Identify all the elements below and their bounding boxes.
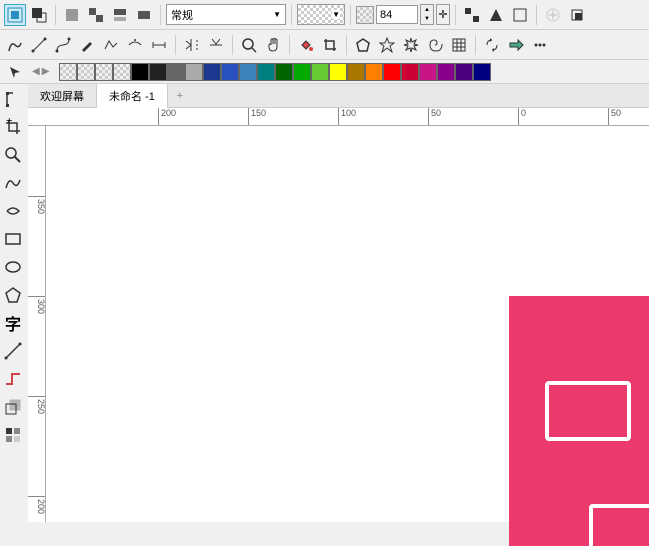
fill-bucket-icon[interactable]	[295, 34, 317, 56]
swatch-6[interactable]	[167, 63, 185, 81]
swatch-5[interactable]	[149, 63, 167, 81]
opacity-spinner[interactable]: ▲▼	[420, 4, 434, 25]
effect-tool-2[interactable]	[566, 4, 588, 26]
eyedropper-tool[interactable]	[0, 422, 26, 448]
swatch-14[interactable]	[311, 63, 329, 81]
swatch-16[interactable]	[347, 63, 365, 81]
tab-nav: ◀ ▶	[28, 66, 53, 77]
bezier-icon[interactable]	[52, 34, 74, 56]
tool-options-bar	[0, 30, 649, 60]
swatch-11[interactable]	[257, 63, 275, 81]
tab-welcome[interactable]: 欢迎屏幕	[28, 84, 97, 108]
color-palette	[59, 63, 491, 81]
swatch-15[interactable]	[329, 63, 347, 81]
interactive-tool[interactable]	[0, 394, 26, 420]
swatch-13[interactable]	[293, 63, 311, 81]
mirror-h-icon[interactable]	[181, 34, 203, 56]
bitmap-tool-2[interactable]	[85, 4, 107, 26]
freehand-icon[interactable]	[4, 34, 26, 56]
edit-tool-3[interactable]	[509, 4, 531, 26]
crop-tool[interactable]: +	[0, 114, 26, 140]
crop-icon[interactable]	[319, 34, 341, 56]
wrap-tool-2[interactable]	[28, 4, 50, 26]
zoom-tool[interactable]	[0, 142, 26, 168]
grid-icon[interactable]	[448, 34, 470, 56]
style-dropdown[interactable]: 常规▼	[166, 4, 286, 25]
swatch-22[interactable]	[455, 63, 473, 81]
swatch-4[interactable]	[131, 63, 149, 81]
opacity-input[interactable]	[376, 5, 418, 24]
polyline-icon[interactable]	[100, 34, 122, 56]
swatch-9[interactable]	[221, 63, 239, 81]
swatch-10[interactable]	[239, 63, 257, 81]
line-icon[interactable]	[28, 34, 50, 56]
canvas[interactable]	[46, 126, 649, 522]
effect-tool-1	[542, 4, 564, 26]
pan-icon[interactable]	[262, 34, 284, 56]
swatch-23[interactable]	[473, 63, 491, 81]
edit-tool-1[interactable]	[461, 4, 483, 26]
swatch-2[interactable]	[95, 63, 113, 81]
complex-star-icon[interactable]	[400, 34, 422, 56]
swatch-17[interactable]	[365, 63, 383, 81]
swatch-12[interactable]	[275, 63, 293, 81]
swatch-19[interactable]	[401, 63, 419, 81]
swatch-3[interactable]	[113, 63, 131, 81]
connector-tool[interactable]	[0, 366, 26, 392]
spiral-icon[interactable]	[424, 34, 446, 56]
freehand-tool[interactable]	[0, 170, 26, 196]
more-tools-icon[interactable]	[529, 34, 551, 56]
rectangle-tool[interactable]	[0, 226, 26, 252]
property-bar: 常规▼ ▼ ▲▼ ✛	[0, 0, 649, 30]
transparency-checker[interactable]	[356, 6, 374, 24]
mirror-v-icon[interactable]	[205, 34, 227, 56]
ruler-vertical[interactable]: 350300250200	[28, 126, 46, 522]
arrow-shape-icon[interactable]	[505, 34, 527, 56]
text-tool[interactable]: 字	[0, 310, 26, 336]
swatch-0[interactable]	[59, 63, 77, 81]
polygon-tool[interactable]	[0, 282, 26, 308]
pen-icon[interactable]	[76, 34, 98, 56]
fill-dropdown[interactable]: ▼	[297, 4, 345, 25]
wrap-tool-1[interactable]	[4, 4, 26, 26]
convert-icon[interactable]	[481, 34, 503, 56]
swatch-7[interactable]	[185, 63, 203, 81]
opacity-target-icon[interactable]: ✛	[436, 4, 450, 25]
swatch-8[interactable]	[203, 63, 221, 81]
nav-next-icon[interactable]: ▶	[42, 66, 50, 77]
svg-text:+: +	[6, 118, 12, 127]
nav-prev-icon[interactable]: ◀	[32, 66, 40, 77]
ellipse-tool[interactable]	[0, 254, 26, 280]
document-tabs: 欢迎屏幕 未命名 -1 +	[0, 84, 649, 108]
tab-document[interactable]: 未命名 -1	[97, 84, 168, 108]
zoom-icon[interactable]	[238, 34, 260, 56]
dimension-line-tool[interactable]	[0, 338, 26, 364]
swatch-1[interactable]	[77, 63, 95, 81]
bitmap-tool-1[interactable]	[61, 4, 83, 26]
tab-add-button[interactable]: +	[168, 90, 192, 102]
bitmap-tool-4[interactable]	[133, 4, 155, 26]
star-shape-icon[interactable]	[376, 34, 398, 56]
color-palette-bar: ◀ ▶	[0, 60, 649, 84]
edit-tool-2[interactable]	[485, 4, 507, 26]
pick-tool-small[interactable]	[4, 61, 26, 83]
polygon-shape-icon[interactable]	[352, 34, 374, 56]
toolbox: + 字	[0, 84, 28, 450]
artistic-media-tool[interactable]	[0, 198, 26, 224]
swatch-18[interactable]	[383, 63, 401, 81]
curve3pt-icon[interactable]	[124, 34, 146, 56]
white-rect-1[interactable]	[545, 381, 631, 441]
swatch-21[interactable]	[437, 63, 455, 81]
dimension-icon[interactable]	[148, 34, 170, 56]
shape-edit-tool[interactable]	[0, 86, 26, 112]
pink-artwork[interactable]	[509, 296, 649, 546]
bitmap-tool-3[interactable]	[109, 4, 131, 26]
ruler-horizontal[interactable]: 20015010050050	[28, 108, 649, 126]
swatch-20[interactable]	[419, 63, 437, 81]
white-rect-2[interactable]	[589, 504, 649, 546]
